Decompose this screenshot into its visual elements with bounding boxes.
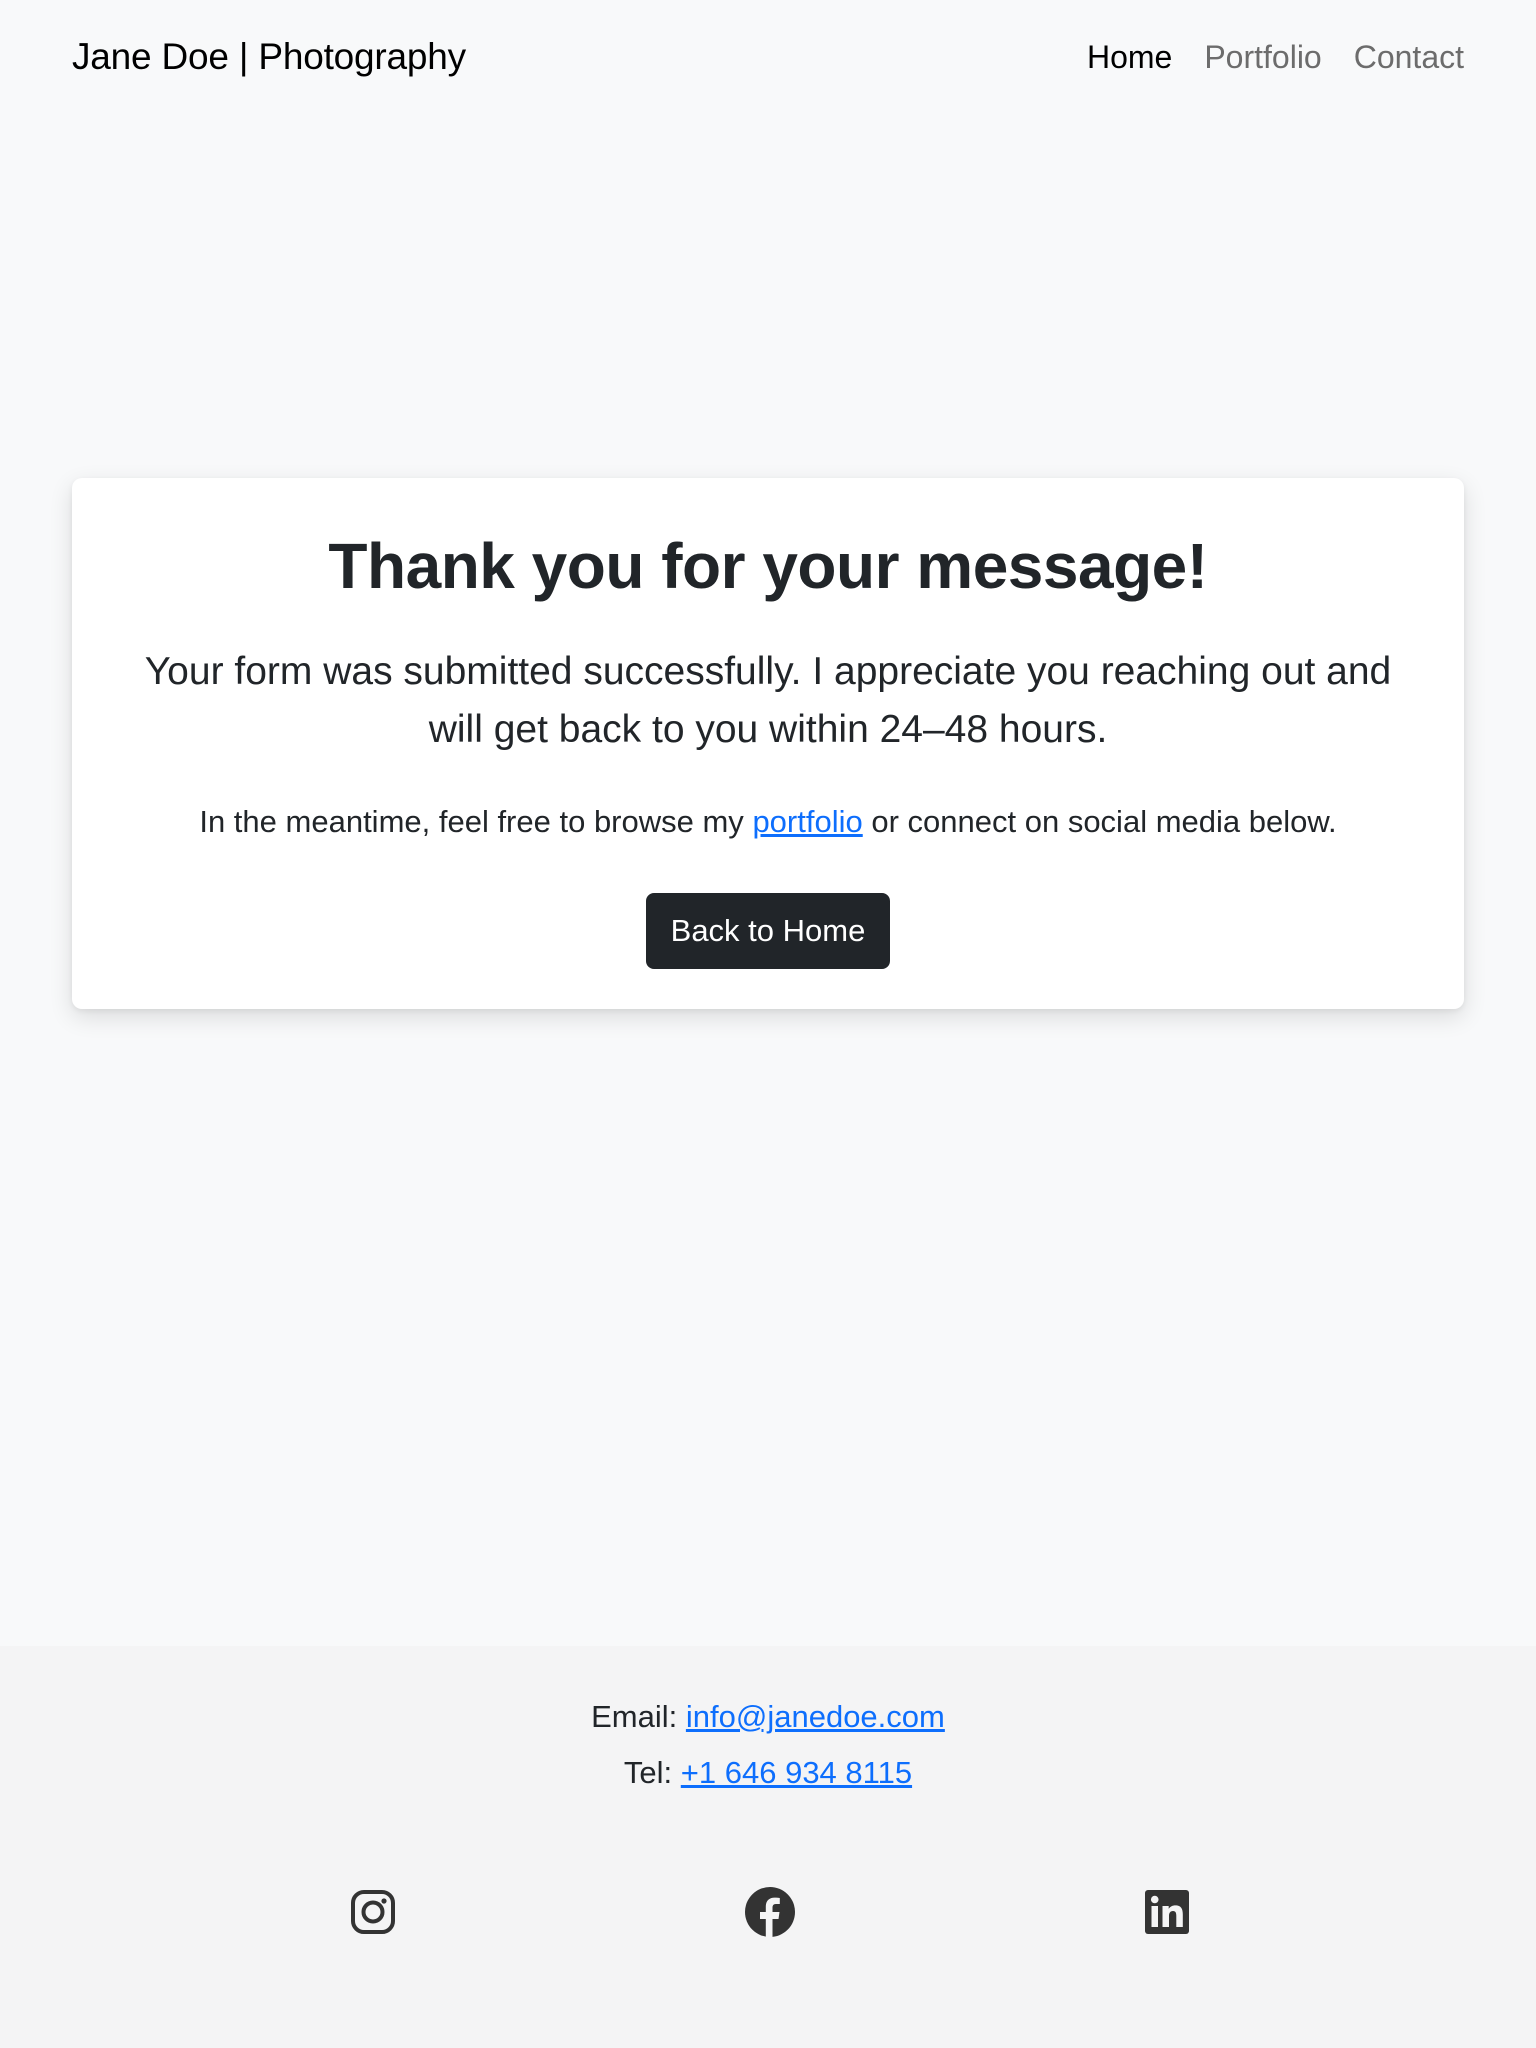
facebook-link[interactable] bbox=[742, 1884, 798, 1940]
tel-line: Tel: +1 646 934 8115 bbox=[0, 1745, 1536, 1801]
nav-links: Home Portfolio Contact bbox=[1087, 39, 1464, 76]
meantime-text-after: or connect on social media below. bbox=[871, 803, 1337, 839]
navbar: Jane Doe | Photography Home Portfolio Co… bbox=[0, 0, 1536, 114]
email-label: Email: bbox=[591, 1699, 678, 1734]
email-line: Email: info@janedoe.com bbox=[0, 1689, 1536, 1745]
nav-link-portfolio[interactable]: Portfolio bbox=[1204, 39, 1321, 76]
facebook-icon bbox=[745, 1887, 795, 1937]
portfolio-link[interactable]: portfolio bbox=[752, 804, 862, 839]
social-links bbox=[0, 1884, 1536, 1940]
meantime-message: In the meantime, feel free to browse my … bbox=[72, 800, 1464, 843]
linkedin-link[interactable] bbox=[1139, 1884, 1195, 1940]
nav-link-contact[interactable]: Contact bbox=[1354, 39, 1464, 76]
email-link[interactable]: info@janedoe.com bbox=[686, 1699, 945, 1734]
contact-info: Email: info@janedoe.com Tel: +1 646 934 … bbox=[0, 1646, 1536, 1801]
meantime-text-before: In the meantime, feel free to browse my bbox=[199, 803, 744, 839]
confirmation-message: Your form was submitted successfully. I … bbox=[144, 649, 1392, 752]
tel-label: Tel: bbox=[623, 1755, 673, 1790]
instagram-link[interactable] bbox=[345, 1884, 401, 1940]
tel-link[interactable]: +1 646 934 8115 bbox=[681, 1755, 912, 1790]
footer: Email: info@janedoe.com Tel: +1 646 934 … bbox=[0, 1646, 1536, 2048]
instagram-icon bbox=[351, 1890, 395, 1934]
thank-you-card: Thank you for your message! Your form wa… bbox=[72, 478, 1464, 1009]
nav-link-home[interactable]: Home bbox=[1087, 39, 1172, 76]
back-to-home-button[interactable]: Back to Home bbox=[645, 893, 891, 970]
brand-link[interactable]: Jane Doe | Photography bbox=[72, 36, 466, 78]
linkedin-icon bbox=[1145, 1890, 1189, 1934]
page-title: Thank you for your message! bbox=[328, 530, 1208, 602]
